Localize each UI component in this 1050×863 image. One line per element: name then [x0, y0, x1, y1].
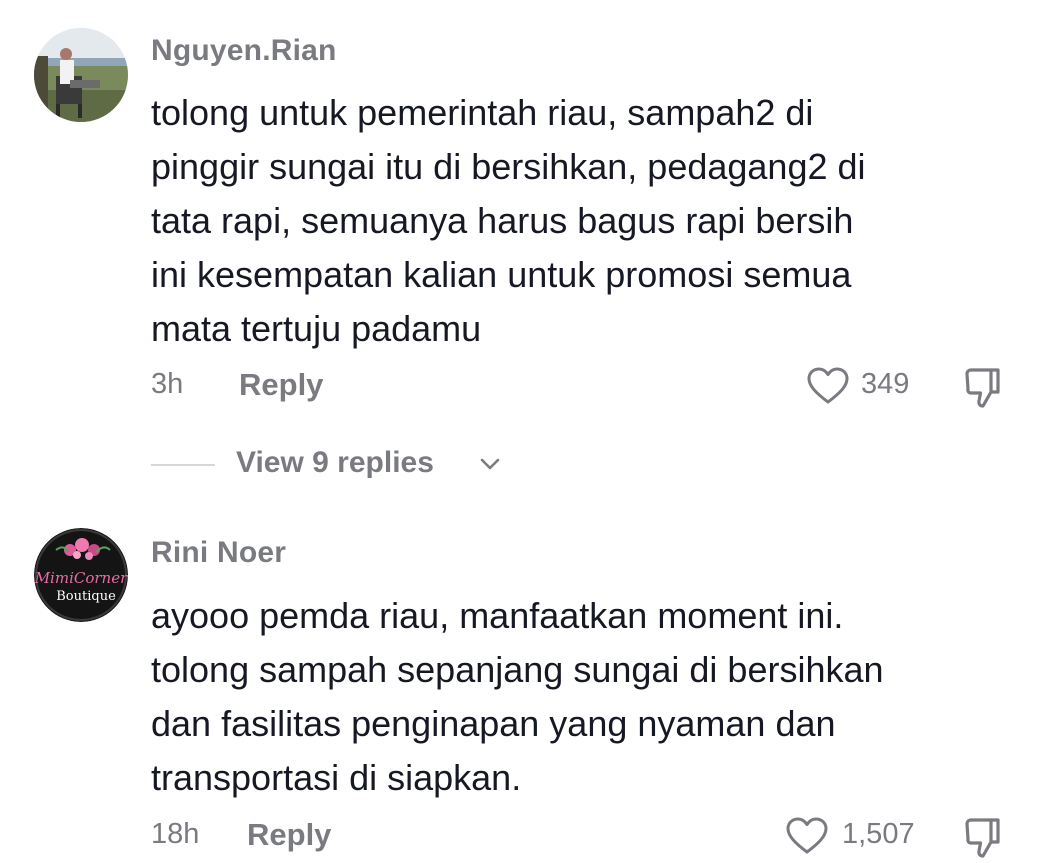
comment-text-line: ini kesempatan kalian untuk promosi semu… — [151, 254, 852, 295]
reply-button[interactable]: Reply — [247, 817, 331, 853]
comment-text-line: transportasi di siapkan. — [151, 757, 522, 798]
view-replies-button[interactable]: View 9 replies — [151, 444, 511, 484]
comment-actions: 3h Reply 349 — [151, 364, 1050, 408]
like-count: 1,507 — [842, 818, 915, 850]
comment-username[interactable]: Nguyen.Rian — [151, 34, 337, 68]
heart-icon — [786, 817, 828, 854]
comment-text-line: tolong untuk pemerintah riau, sampah2 di — [151, 92, 814, 133]
thumbs-down-icon[interactable] — [963, 366, 1003, 410]
avatar[interactable]: MimiCorner Boutique — [34, 528, 128, 622]
comment-actions: 18h Reply 1,507 — [151, 814, 1050, 858]
replies-divider — [151, 464, 215, 466]
comment-time: 3h — [151, 368, 184, 400]
avatar-logo-word: Boutique — [56, 589, 116, 604]
comment-username[interactable]: Rini Noer — [151, 536, 286, 570]
comment-text-line: tata rapi, semuanya harus bagus rapi ber… — [151, 200, 854, 241]
comment-text: ayooo pemda riau, manfaatkan moment ini.… — [151, 589, 1031, 805]
reply-button[interactable]: Reply — [239, 367, 323, 403]
chevron-down-icon — [480, 458, 500, 470]
like-button[interactable]: 349 — [806, 364, 926, 408]
view-replies-label: View 9 replies — [236, 446, 434, 479]
comment-text: tolong untuk pemerintah riau, sampah2 di… — [151, 86, 1031, 356]
like-count: 349 — [861, 368, 910, 400]
comment-text-line: pinggir sungai itu di bersihkan, pedagan… — [151, 146, 866, 187]
heart-icon — [807, 367, 849, 404]
comment-text-line: dan fasilitas penginapan yang nyaman dan — [151, 703, 836, 744]
like-button[interactable]: 1,507 — [785, 814, 935, 858]
avatar-logo-script: MimiCorner — [34, 569, 128, 587]
comment-time: 18h — [151, 818, 200, 850]
comment-item: MimiCorner Boutique Rini Noer ayooo pemd… — [0, 510, 1050, 863]
thumbs-down-icon[interactable] — [963, 816, 1003, 860]
comment-text-line: ayooo pemda riau, manfaatkan moment ini. — [151, 595, 844, 636]
comment-text-line: tolong sampah sepanjang sungai di bersih… — [151, 649, 884, 690]
comment-text-line: mata tertuju padamu — [151, 308, 482, 349]
avatar-photo — [34, 28, 128, 122]
comment-item: Nguyen.Rian tolong untuk pemerintah riau… — [0, 0, 1050, 490]
avatar-logo: MimiCorner Boutique — [34, 528, 128, 622]
avatar[interactable] — [34, 28, 128, 122]
